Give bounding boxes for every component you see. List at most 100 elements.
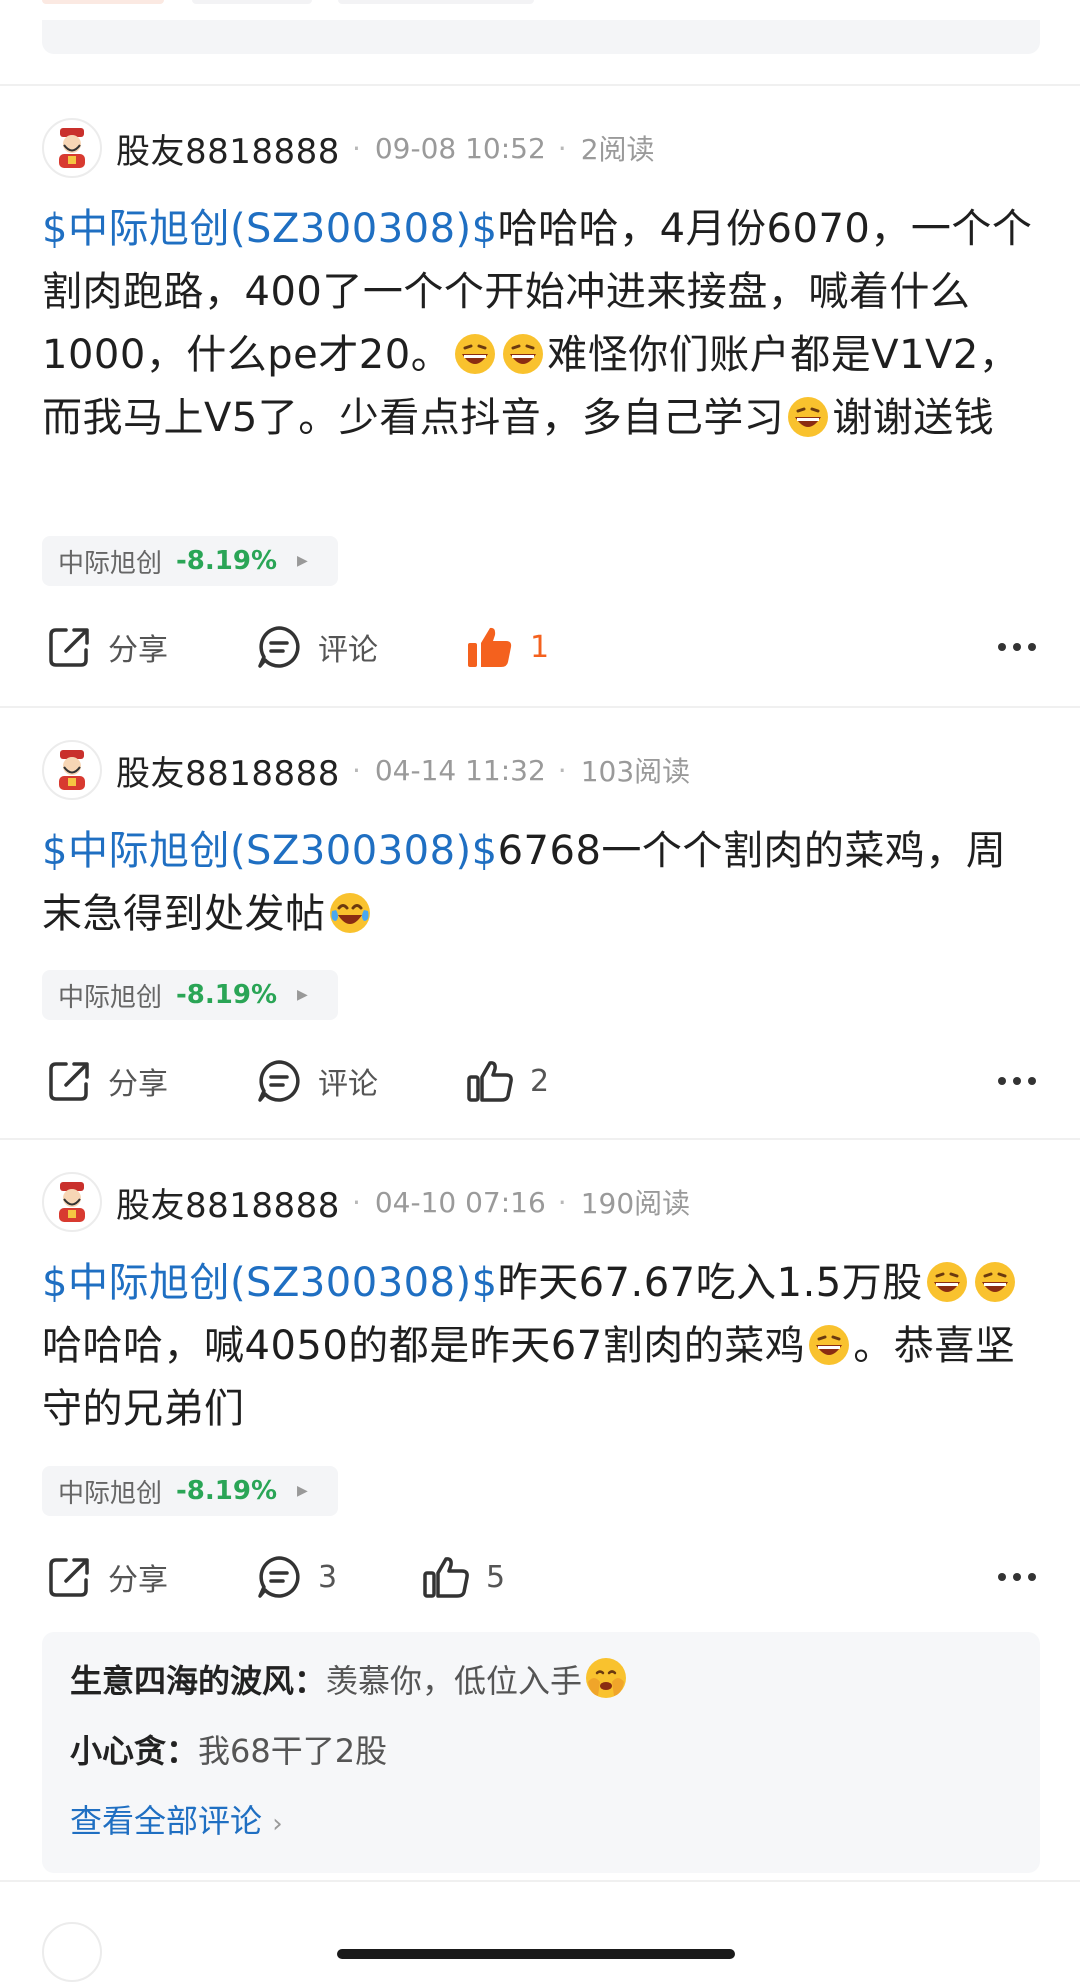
comment-button[interactable]: 评论: [256, 612, 378, 682]
divider: [0, 1138, 1080, 1140]
grin-emoji-icon: [788, 397, 829, 437]
share-button[interactable]: 分享: [46, 612, 168, 682]
post-body[interactable]: $中际旭创(SZ300308)$昨天67.67吃入1.5万股哈哈哈，喊4050的…: [42, 1252, 1042, 1441]
stock-chip[interactable]: 中际旭创 -8.19% ▶: [42, 536, 338, 586]
separator-dot: ·: [351, 1185, 361, 1219]
stock-chip[interactable]: 中际旭创 -8.19% ▶: [42, 1466, 338, 1516]
post-header: 股友8818888 · 04-14 11:32 · 103阅读: [42, 738, 690, 802]
post-actions: 分享 3 5: [0, 1542, 1080, 1612]
chevron-right-icon: ▶: [297, 1483, 308, 1499]
avatar[interactable]: [42, 740, 102, 800]
stock-tag-link[interactable]: $中际旭创(SZ300308)$: [42, 828, 498, 874]
read-count: 190阅读: [580, 1187, 691, 1220]
comment-icon: [258, 1060, 300, 1102]
stock-tag-link[interactable]: $中际旭创(SZ300308)$: [42, 1260, 498, 1306]
post-actions: 分享 评论 1: [0, 612, 1080, 682]
avatar-figure-icon: [59, 1182, 85, 1222]
more-options-icon[interactable]: [991, 1046, 1036, 1116]
comment-text: 我68干了2股: [198, 1732, 388, 1770]
stock-tag-link[interactable]: $中际旭创(SZ300308)$: [42, 206, 498, 252]
comment-button[interactable]: 评论: [256, 1046, 378, 1116]
post-body[interactable]: $中际旭创(SZ300308)$哈哈哈，4月份6070，一个个割肉跑路，400了…: [42, 198, 1042, 450]
like-count: 2: [530, 1063, 550, 1099]
comment-label: 评论: [318, 1067, 378, 1102]
comment-text: 羡慕你，低位入手: [326, 1662, 583, 1700]
stock-change: -8.19%: [176, 1476, 278, 1506]
separator-dot: ·: [557, 131, 567, 165]
comment-icon: [258, 1556, 300, 1598]
comment-icon: [258, 626, 300, 668]
tears-of-joy-emoji-icon: [329, 893, 370, 933]
avatar[interactable]: [42, 118, 102, 178]
comment-preview: 生意四海的波风：羡慕你，低位入手 小心贪：我68干了2股 查看全部评论 ›: [42, 1632, 1040, 1873]
like-button[interactable]: 2: [466, 1046, 549, 1116]
comment-item[interactable]: 生意四海的波风：羡慕你，低位入手: [70, 1646, 1012, 1716]
remnant-pill: [338, 0, 534, 4]
post-body[interactable]: $中际旭创(SZ300308)$6768一个个割肉的菜鸡，周末急得到处发帖: [42, 820, 1042, 946]
stock-chip[interactable]: 中际旭创 -8.19% ▶: [42, 970, 338, 1020]
chevron-right-icon: ›: [272, 1809, 283, 1839]
share-button[interactable]: 分享: [46, 1046, 168, 1116]
share-icon: [49, 628, 89, 667]
divider: [0, 84, 1080, 86]
share-label: 分享: [108, 633, 168, 668]
view-all-label: 查看全部评论: [70, 1802, 263, 1840]
post-time: 04-10 07:16: [374, 1185, 546, 1219]
share-button[interactable]: 分享: [46, 1542, 168, 1612]
username[interactable]: 股友8818888: [116, 124, 340, 173]
remnant-pill: [42, 0, 164, 4]
comment-count: 3: [318, 1559, 338, 1595]
avatar[interactable]: [42, 1172, 102, 1232]
post-header: 股友8818888 · 09-08 10:52 · 2阅读: [42, 116, 655, 180]
comment-author[interactable]: 生意四海的波风：: [70, 1662, 326, 1700]
avatar-figure-icon: [59, 128, 85, 168]
chevron-right-icon: ▶: [297, 553, 308, 569]
read-count: 103阅读: [580, 755, 691, 788]
remnant-pill: [192, 0, 312, 4]
avatar-figure-icon: [59, 750, 85, 790]
view-all-comments-link[interactable]: 查看全部评论 ›: [70, 1786, 1012, 1859]
like-button[interactable]: 5: [422, 1542, 505, 1612]
stock-name: 中际旭创: [58, 982, 163, 1013]
grin-emoji-icon: [503, 334, 544, 374]
comment-button[interactable]: 3: [256, 1542, 337, 1612]
share-icon: [49, 1062, 89, 1101]
share-label: 分享: [108, 1067, 168, 1102]
separator-dot: ·: [557, 753, 567, 787]
thumbs-up-icon: [423, 1557, 469, 1598]
comment-author[interactable]: 小心贪：: [70, 1732, 198, 1770]
post-time: 09-08 10:52: [374, 131, 546, 165]
share-icon: [49, 1558, 89, 1597]
previous-post-remnant: [0, 0, 1080, 84]
comment-item[interactable]: 小心贪：我68干了2股: [70, 1716, 1012, 1786]
separator-dot: ·: [557, 1185, 567, 1219]
like-button[interactable]: 1: [466, 612, 549, 682]
post-text: 哈哈哈，喊4050的都是昨天67割肉的菜鸡: [42, 1323, 806, 1369]
post-text: 昨天67.67吃入1.5万股: [497, 1260, 923, 1306]
thumbs-up-icon: [467, 1061, 513, 1102]
read-count: 2阅读: [580, 133, 655, 166]
post-text: 谢谢送钱: [832, 395, 995, 441]
stock-change: -8.19%: [176, 546, 278, 576]
more-options-icon[interactable]: [991, 1542, 1036, 1612]
like-count: 5: [486, 1559, 506, 1595]
username[interactable]: 股友8818888: [116, 746, 340, 795]
post-time: 04-14 11:32: [374, 753, 546, 787]
divider: [0, 706, 1080, 708]
home-indicator[interactable]: [337, 1949, 735, 1959]
post-header: 股友8818888 · 04-10 07:16 · 190阅读: [42, 1170, 690, 1234]
stock-change: -8.19%: [176, 980, 278, 1010]
username[interactable]: 股友8818888: [116, 1178, 340, 1227]
post-actions: 分享 评论 2: [0, 1046, 1080, 1116]
grin-emoji-icon: [926, 1262, 967, 1302]
remnant-card: [42, 20, 1040, 54]
share-label: 分享: [108, 1563, 168, 1598]
grin-emoji-icon: [809, 1325, 850, 1365]
more-options-icon[interactable]: [991, 612, 1036, 682]
stock-name: 中际旭创: [58, 548, 163, 579]
peeking-face-emoji-icon: [586, 1658, 627, 1698]
chevron-right-icon: ▶: [297, 987, 308, 1003]
separator-dot: ·: [351, 131, 361, 165]
stock-name: 中际旭创: [58, 1478, 163, 1509]
grin-emoji-icon: [455, 334, 496, 374]
